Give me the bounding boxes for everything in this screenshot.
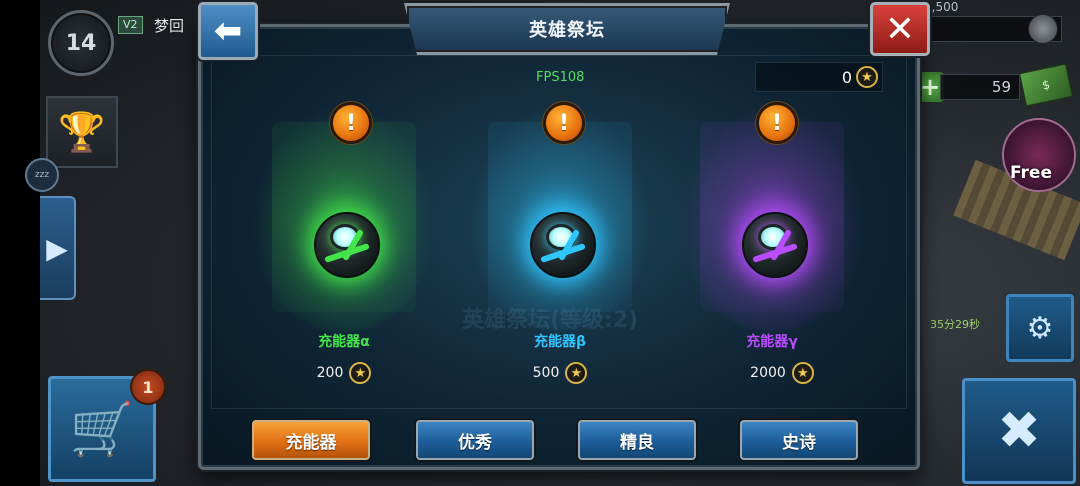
gear-icon: ⚙ [1026,310,1054,346]
player-level: 14 [65,30,97,56]
free-label: Free [1010,163,1052,183]
tab-charger[interactable]: 充能器 [252,420,370,460]
tab-fine[interactable]: 精良 [578,420,696,460]
energy-orb-icon [742,212,808,278]
altar-name-gamma: 充能器γ [746,334,798,350]
price-value: 2000 [750,365,786,381]
close-icon: ✕ [884,8,916,50]
altar-name-beta: 充能器β [533,334,587,350]
tab-excellent[interactable]: 优秀 [416,420,534,460]
trophy-button[interactable]: 🏆 [46,96,118,168]
altar-card-alpha[interactable] [252,102,436,332]
back-button[interactable]: ⬅ [198,2,258,60]
cart-icon: 🛒 [69,399,135,460]
altar-price-alpha: 200 ★ [264,362,424,384]
trophy-icon: 🏆 [58,109,106,154]
fps-counter: FPS108 [536,70,585,85]
player-name: 梦回 [154,17,185,35]
star-currency-value: 0 [841,67,852,87]
altar-price-beta: 500 ★ [480,362,640,384]
tab-epic[interactable]: 史诗 [740,420,858,460]
energy-orb-icon [530,212,596,278]
dialog-title: 英雄祭坛 [404,3,730,55]
build-timer: 35分29秒 [930,318,980,331]
side-tab-toggle[interactable]: zzz [25,158,59,192]
star-coin-icon: ★ [856,66,878,88]
side-panel-arrow[interactable]: ▶ [40,196,76,300]
settings-button[interactable]: ⚙ [1006,294,1074,362]
altar-card-gamma[interactable] [680,102,864,332]
altar-name-alpha: 充能器α [318,334,370,350]
price-value: 200 [316,365,344,381]
price-value: 500 [532,365,560,381]
alert-icon[interactable]: ! [330,102,372,144]
cart-notification-badge: 1 [130,369,166,405]
battle-button[interactable]: ✖ [962,378,1076,484]
altar-price-gamma: 2000 ★ [702,362,862,384]
close-button[interactable]: ✕ [870,2,930,56]
vip-badge: V2 [118,16,143,34]
energy-orb-icon [314,212,380,278]
star-currency: 0 ★ [755,62,883,92]
metal-coin-icon [1028,14,1058,44]
star-coin-icon: ★ [791,362,814,384]
alert-icon[interactable]: ! [756,102,798,144]
alert-icon[interactable]: ! [543,102,585,144]
star-coin-icon: ★ [565,362,588,384]
star-coin-icon: ★ [349,362,372,384]
altar-card-beta[interactable] [468,102,652,332]
resource-bar-cash: 59 [940,74,1020,100]
chevron-right-icon: ▶ [46,231,68,265]
arrow-left-icon: ⬅ [213,11,243,51]
crossed-guns-icon: ✖ [997,401,1041,461]
screen-edge [0,0,40,486]
player-level-badge[interactable]: 14 [48,10,114,76]
cash-value: 59 [991,78,1011,96]
